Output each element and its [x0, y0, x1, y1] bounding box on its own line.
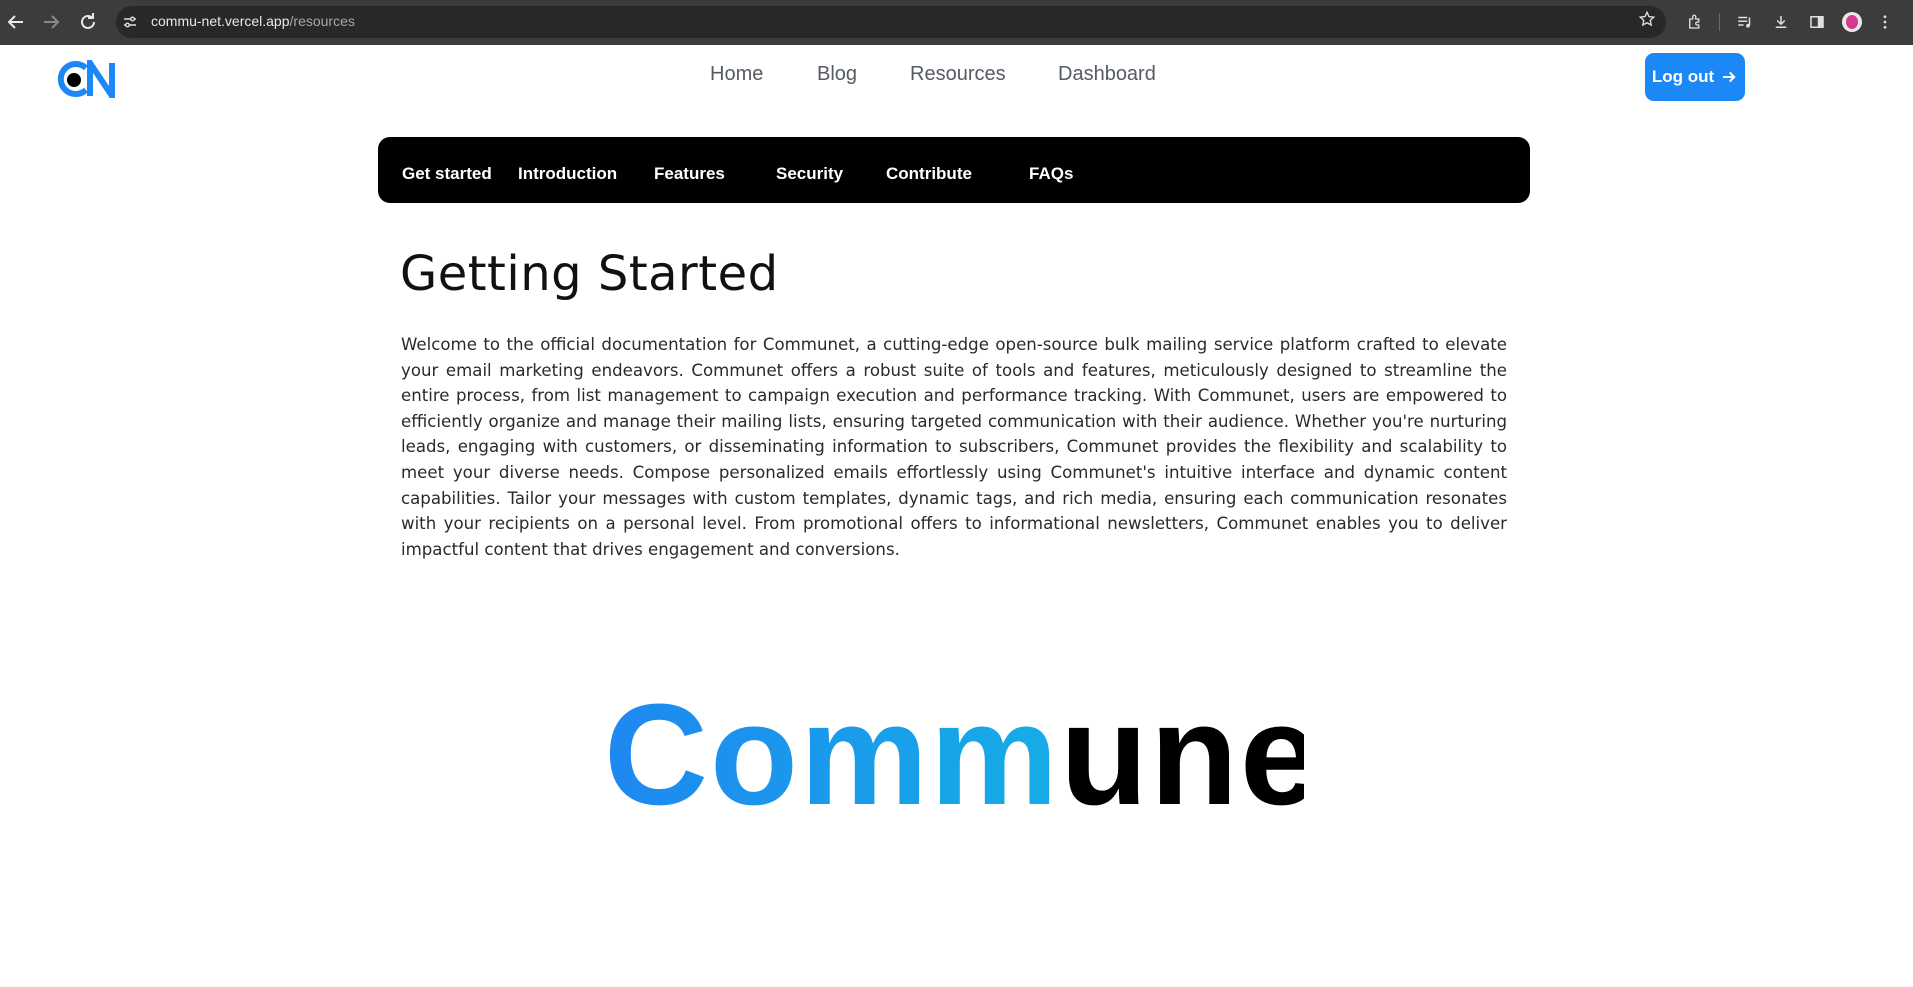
kebab-menu-icon[interactable] — [1871, 8, 1899, 36]
nav-link-home[interactable]: Home — [710, 63, 763, 86]
star-icon[interactable] — [1638, 10, 1656, 33]
wordmark-dark-part: unet — [1060, 680, 1304, 830]
communet-wordmark: Communet — [604, 674, 1370, 835]
tab-faqs[interactable]: FAQs — [1029, 137, 1073, 203]
nav-link-resources[interactable]: Resources — [910, 63, 1006, 86]
side-panel-icon[interactable] — [1803, 8, 1831, 36]
tab-features[interactable]: Features — [654, 137, 725, 203]
reload-icon[interactable] — [76, 10, 100, 34]
site-settings-icon[interactable] — [122, 14, 138, 30]
svg-text:Communet: Communet — [604, 680, 1304, 830]
wordmark-gradient-part: Comm — [604, 680, 1060, 830]
media-controls-icon[interactable] — [1731, 8, 1759, 36]
page-title: Getting Started — [400, 246, 779, 302]
url-text[interactable]: commu-net.vercel.app/resources — [151, 13, 355, 29]
download-icon[interactable] — [1767, 8, 1795, 36]
address-bar[interactable]: commu-net.vercel.app/resources — [116, 6, 1666, 38]
intro-paragraph: Welcome to the official documentation fo… — [401, 335, 1507, 559]
logout-label: Log out — [1651, 67, 1715, 86]
extensions-icon[interactable] — [1681, 8, 1709, 36]
main-nav: Home Blog Resources Dashboard — [0, 63, 1913, 93]
tab-get-started[interactable]: Get started — [402, 137, 492, 203]
forward-arrow-icon[interactable] — [39, 10, 63, 34]
logout-button[interactable]: Log out — [1645, 53, 1745, 101]
url-path: /resources — [289, 13, 355, 29]
profile-avatar[interactable] — [1838, 8, 1866, 36]
browser-toolbar: commu-net.vercel.app/resources — [0, 0, 1913, 45]
arrow-right-icon — [1723, 71, 1736, 83]
tab-contribute[interactable]: Contribute — [886, 137, 972, 203]
tab-security[interactable]: Security — [776, 137, 843, 203]
url-host: commu-net.vercel.app — [151, 13, 290, 29]
tab-introduction[interactable]: Introduction — [518, 137, 617, 203]
nav-link-dashboard[interactable]: Dashboard — [1058, 63, 1156, 86]
nav-link-blog[interactable]: Blog — [817, 63, 857, 86]
docs-section-tabs: Get started Introduction Features Securi… — [378, 137, 1530, 203]
back-arrow-icon[interactable] — [4, 10, 28, 34]
